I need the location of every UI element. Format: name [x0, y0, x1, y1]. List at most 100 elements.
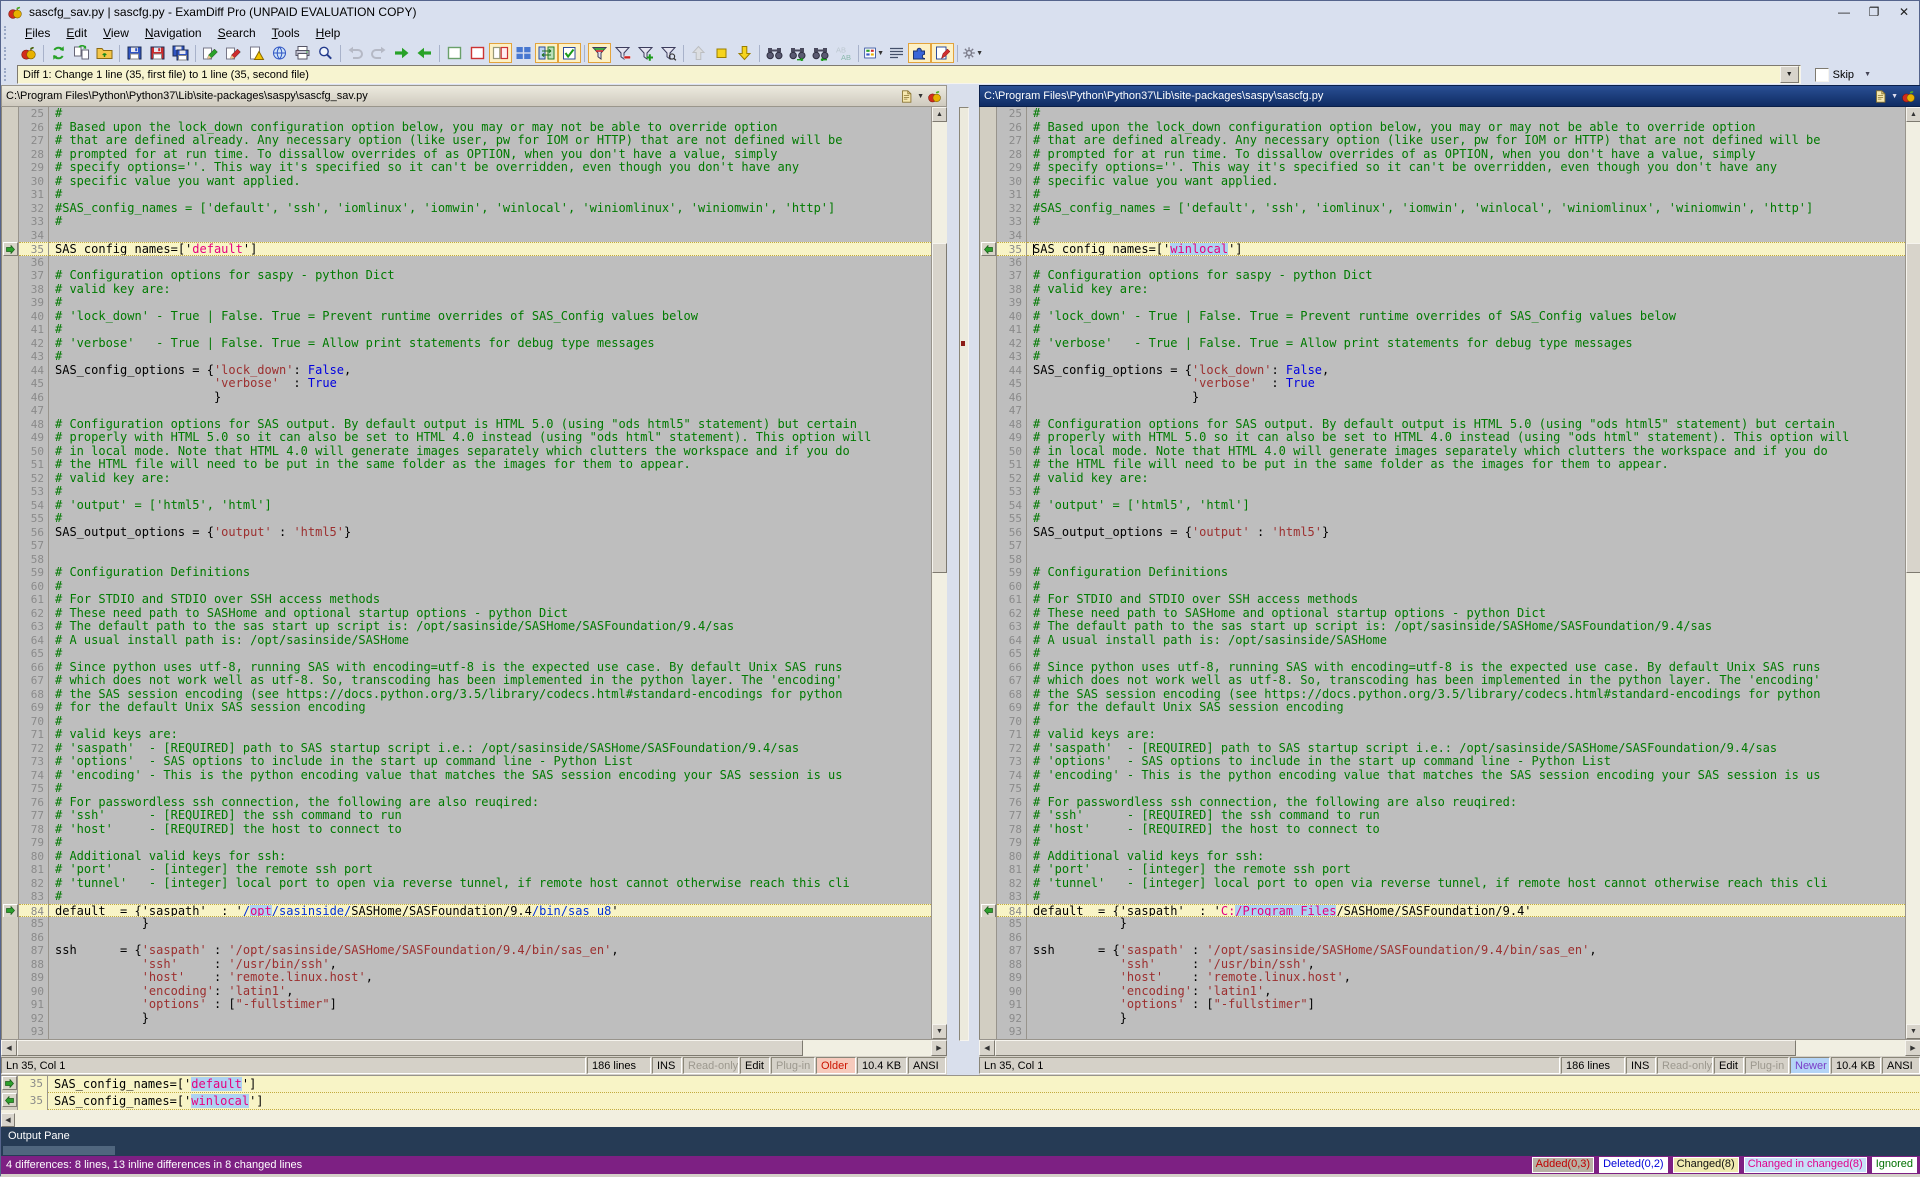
code-line-53[interactable]: 53#: [980, 485, 1905, 499]
menu-tools[interactable]: Tools: [264, 25, 308, 41]
code-line-84[interactable]: 84default = {'saspath' : 'C:/Program Fil…: [980, 904, 1905, 918]
code-line-80[interactable]: 80# Additional valid keys for ssh:: [2, 850, 931, 864]
code-line-82[interactable]: 82# 'tunnel' - [integer] local port to o…: [980, 877, 1905, 891]
code-line-33[interactable]: 33#: [2, 215, 931, 229]
code-line-45[interactable]: 45 'verbose' : True: [980, 377, 1905, 391]
skip-checkbox[interactable]: [1815, 68, 1829, 82]
code-line-73[interactable]: 73# 'options' - SAS options to include i…: [980, 755, 1905, 769]
scroll-left-icon[interactable]: ◀: [1, 1113, 15, 1127]
code-line-52[interactable]: 52# valid key are:: [2, 472, 931, 486]
code-line-40[interactable]: 40# 'lock_down' - True | False. True = P…: [980, 310, 1905, 324]
code-line-47[interactable]: 47: [2, 404, 931, 418]
code-line-51[interactable]: 51# the HTML file will need to be put in…: [2, 458, 931, 472]
menu-navigation[interactable]: Navigation: [137, 25, 210, 41]
code-line-25[interactable]: 25#: [980, 107, 1905, 121]
code-line-31[interactable]: 31#: [980, 188, 1905, 202]
code-line-86[interactable]: 86: [2, 931, 931, 945]
toolbar-grip[interactable]: [4, 68, 13, 81]
code-line-34[interactable]: 34: [980, 229, 1905, 243]
code-line-43[interactable]: 43#: [2, 350, 931, 364]
code-line-37[interactable]: 37# Configuration options for saspy - py…: [980, 269, 1905, 283]
diff-marker-button[interactable]: [3, 242, 18, 256]
code-line-87[interactable]: 87ssh = {'saspath' : '/opt/sasinside/SAS…: [2, 944, 931, 958]
code-line-55[interactable]: 55#: [2, 512, 931, 526]
scroll-down-icon[interactable]: ▼: [1906, 1024, 1920, 1039]
save-report-button[interactable]: [245, 43, 268, 63]
code-line-71[interactable]: 71# valid keys are:: [980, 728, 1905, 742]
code-line-50[interactable]: 50# in local mode. Note that HTML 4.0 wi…: [980, 445, 1905, 459]
code-line-88[interactable]: 88 'ssh' : '/usr/bin/ssh',: [2, 958, 931, 972]
code-line-60[interactable]: 60#: [2, 580, 931, 594]
diff-map[interactable]: [959, 107, 969, 1041]
code-line-71[interactable]: 71# valid keys are:: [2, 728, 931, 742]
badge-deleted-0-2-[interactable]: Deleted(0,2): [1599, 1157, 1668, 1173]
code-line-88[interactable]: 88 'ssh' : '/usr/bin/ssh',: [980, 958, 1905, 972]
chevron-down-icon[interactable]: ▼: [1864, 71, 1871, 78]
code-line-42[interactable]: 42# 'verbose' - True | False. True = All…: [980, 337, 1905, 351]
code-line-36[interactable]: 36: [2, 256, 931, 270]
code-line-27[interactable]: 27# that are defined already. Any necess…: [980, 134, 1905, 148]
horizontal-scrollbar[interactable]: ◀ ▶: [1, 1039, 947, 1056]
code-line-48[interactable]: 48# Configuration options for SAS output…: [980, 418, 1905, 432]
show-changed-lines-button[interactable]: [634, 43, 657, 63]
plugins-button[interactable]: [908, 43, 931, 63]
code-line-89[interactable]: 89 'host' : 'remote.linux.host',: [2, 971, 931, 985]
close-button[interactable]: ✕: [1889, 3, 1919, 21]
code-line-44[interactable]: 44SAS_config_options = {'lock_down': Fal…: [2, 364, 931, 378]
current-change-button[interactable]: [710, 43, 733, 63]
save-first-file-button[interactable]: [123, 43, 146, 63]
open-files-button[interactable]: [93, 43, 116, 63]
next-change-button[interactable]: [733, 43, 756, 63]
menu-help[interactable]: Help: [308, 25, 349, 41]
code-line-48[interactable]: 48# Configuration options for SAS output…: [2, 418, 931, 432]
menu-files[interactable]: Files: [17, 25, 58, 41]
code-line-90[interactable]: 90 'encoding': 'latin1',: [2, 985, 931, 999]
code-line-31[interactable]: 31#: [2, 188, 931, 202]
code-line-93[interactable]: 93: [2, 1025, 931, 1039]
undo-button[interactable]: [344, 43, 367, 63]
previous-change-button[interactable]: [687, 43, 710, 63]
code-line-38[interactable]: 38# valid key are:: [2, 283, 931, 297]
show-all-lines-button[interactable]: [588, 43, 611, 63]
code-line-54[interactable]: 54# 'output' = ['html5', 'html']: [2, 499, 931, 513]
vertical-scrollbar[interactable]: ▲ ▼: [1905, 107, 1920, 1039]
badge-ignored[interactable]: Ignored: [1872, 1157, 1917, 1173]
code-line-77[interactable]: 77# 'ssh' - [REQUIRED] the ssh command t…: [980, 809, 1905, 823]
find-button[interactable]: [763, 43, 786, 63]
code-line-92[interactable]: 92 }: [2, 1012, 931, 1026]
code-line-79[interactable]: 79#: [2, 836, 931, 850]
code-line-93[interactable]: 93: [980, 1025, 1905, 1039]
code-line-40[interactable]: 40# 'lock_down' - True | False. True = P…: [2, 310, 931, 324]
output-pane-tab[interactable]: [3, 1146, 115, 1155]
compare-apple-icon[interactable]: [1901, 89, 1916, 104]
code-line-29[interactable]: 29# specify options=''. This way it's sp…: [980, 161, 1905, 175]
edit-first-file-button[interactable]: [199, 43, 222, 63]
code-line-62[interactable]: 62# These need path to SASHome and optio…: [980, 607, 1905, 621]
code-line-65[interactable]: 65#: [980, 647, 1905, 661]
chevron-down-icon[interactable]: ▼: [1780, 66, 1799, 83]
code-line-33[interactable]: 33#: [980, 215, 1905, 229]
code-line-59[interactable]: 59# Configuration Definitions: [2, 566, 931, 580]
compare-button[interactable]: [17, 43, 40, 63]
code-line-69[interactable]: 69# for the default Unix SAS session enc…: [2, 701, 931, 715]
code-line-75[interactable]: 75#: [2, 782, 931, 796]
badge-changed-in-changed-8-[interactable]: Changed in changed(8): [1744, 1157, 1867, 1173]
show-split-panes-button[interactable]: [489, 43, 512, 63]
code-line-35[interactable]: 35SAS_config_names=['winlocal']: [980, 242, 1905, 256]
save-second-file-button[interactable]: [146, 43, 169, 63]
scrollbar-thumb[interactable]: [995, 1040, 1796, 1056]
code-line-67[interactable]: 67# which does not work well as utf-8. S…: [2, 674, 931, 688]
code-line-72[interactable]: 72# 'saspath' - [REQUIRED] path to SAS s…: [980, 742, 1905, 756]
code-line-75[interactable]: 75#: [980, 782, 1905, 796]
badge-changed-8-[interactable]: Changed(8): [1673, 1157, 1739, 1173]
code-line-80[interactable]: 80# Additional valid keys for ssh:: [980, 850, 1905, 864]
code-line-30[interactable]: 30# specific value you want applied.: [980, 175, 1905, 189]
code-line-41[interactable]: 41#: [2, 323, 931, 337]
print-button[interactable]: [291, 43, 314, 63]
code-line-61[interactable]: 61# For STDIO and STDIO over SSH access …: [2, 593, 931, 607]
code-line-32[interactable]: 32#SAS_config_names = ['default', 'ssh',…: [980, 202, 1905, 216]
code-line-62[interactable]: 62# These need path to SASHome and optio…: [2, 607, 931, 621]
code-line-69[interactable]: 69# for the default Unix SAS session enc…: [980, 701, 1905, 715]
code-line-65[interactable]: 65#: [2, 647, 931, 661]
code-line-34[interactable]: 34: [2, 229, 931, 243]
